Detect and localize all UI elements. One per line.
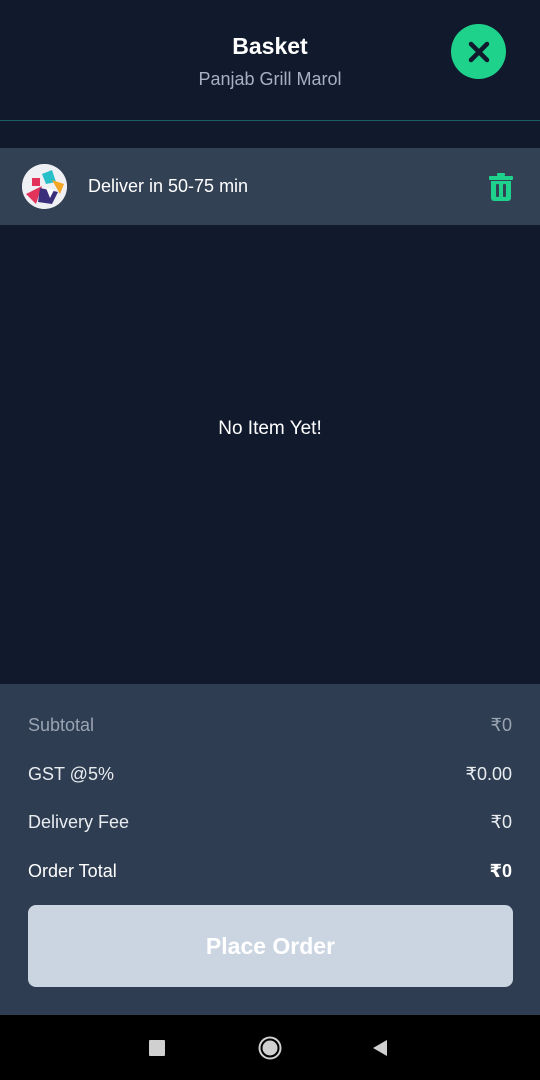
empty-basket-message: No Item Yet! bbox=[218, 418, 322, 439]
order-summary: Subtotal ₹0 GST @5% ₹0.00 Delivery Fee ₹… bbox=[0, 684, 540, 1015]
order-total-row: Order Total ₹0 bbox=[28, 861, 512, 882]
delivery-time: Deliver in 50-75 min bbox=[88, 176, 249, 196]
restaurant-name: Panjab Grill Marol bbox=[198, 69, 342, 89]
delivery-fee-value: ₹0 bbox=[490, 812, 512, 832]
delivery-info-row: Deliver in 50-75 min bbox=[0, 148, 540, 225]
subtotal-row: Subtotal ₹0 bbox=[28, 715, 512, 736]
gst-value: ₹0.00 bbox=[465, 764, 513, 784]
close-x-icon bbox=[468, 41, 489, 62]
order-total-value: ₹0 bbox=[489, 861, 512, 881]
delivery-fee-label: Delivery Fee bbox=[28, 812, 130, 832]
delivery-fee-row: Delivery Fee ₹0 bbox=[28, 812, 512, 833]
gst-row: GST @5% ₹0.00 bbox=[28, 764, 512, 785]
subtotal-label: Subtotal bbox=[28, 715, 95, 735]
restaurant-logo bbox=[22, 164, 67, 209]
order-total-label: Order Total bbox=[28, 861, 117, 881]
triangle-back-icon[interactable] bbox=[371, 1039, 389, 1057]
close-button[interactable] bbox=[451, 24, 506, 79]
circle-home-icon[interactable] bbox=[258, 1036, 282, 1060]
subtotal-value: ₹0 bbox=[490, 715, 512, 735]
square-icon[interactable] bbox=[149, 1040, 165, 1056]
header: Basket Panjab Grill Marol bbox=[0, 0, 540, 121]
trash-icon bbox=[489, 173, 513, 201]
system-nav-bar bbox=[0, 1015, 540, 1080]
place-order-button[interactable]: Place Order bbox=[28, 905, 513, 987]
restaurant-avatar bbox=[22, 164, 67, 209]
basket-screen: Basket Panjab Grill Marol Deliver in 50-… bbox=[0, 0, 540, 1080]
clear-basket-button[interactable] bbox=[486, 172, 516, 202]
gst-label: GST @5% bbox=[28, 764, 114, 784]
